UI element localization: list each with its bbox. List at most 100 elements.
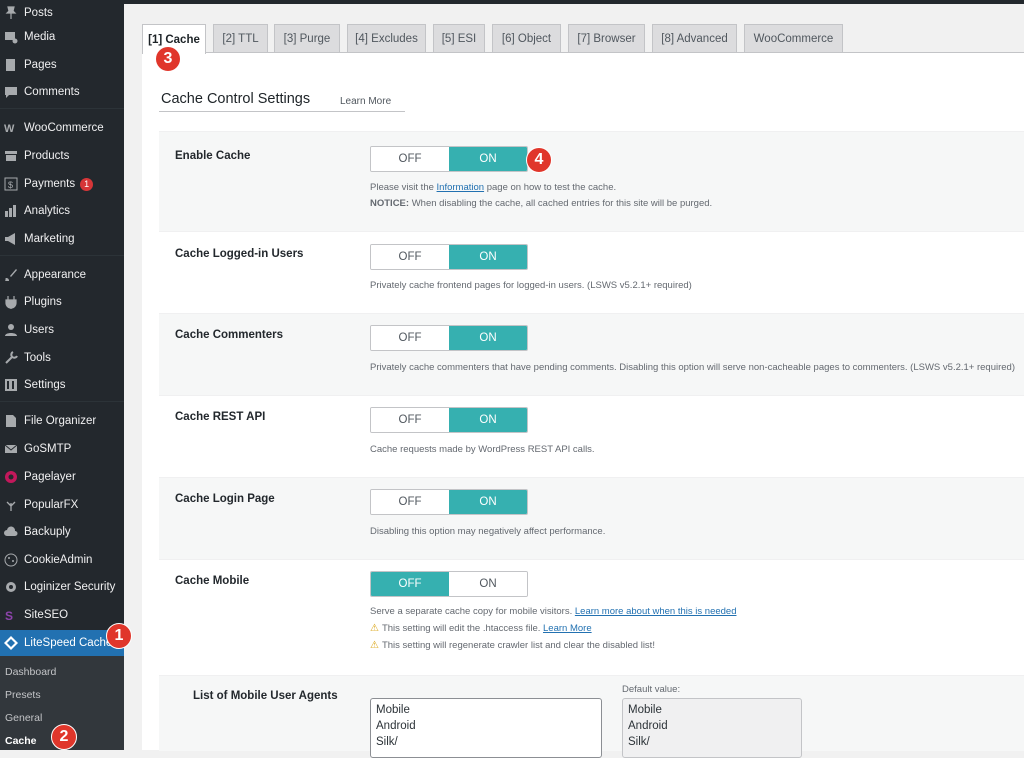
tab-ttl[interactable]: [2] TTL (213, 24, 268, 52)
sidebar-item-marketing[interactable]: Marketing (0, 226, 124, 252)
toggle-on[interactable]: ON (449, 326, 527, 350)
siteseo-icon: S (4, 608, 18, 622)
cloud-upload-icon (4, 525, 18, 539)
gear-icon (4, 580, 18, 594)
woo-icon: W (4, 121, 18, 135)
setting-label: Cache Login Page (175, 493, 275, 505)
section-title: Cache Control Settings (161, 91, 311, 107)
step-marker-3: 3 (155, 46, 181, 72)
notification-badge: 1 (80, 177, 94, 191)
setting-label: Cache Commenters (175, 329, 284, 341)
sidebar-item-label: Loginizer Security (24, 581, 116, 593)
logged-in-toggle[interactable]: OFF ON (370, 244, 528, 270)
media-icon (4, 30, 18, 44)
menu-separator (0, 108, 124, 109)
megaphone-icon (4, 232, 18, 246)
sidebar-item-label: Plugins (24, 296, 62, 308)
tab-browser[interactable]: [7] Browser (568, 24, 645, 52)
setting-row-commenters: Cache Commenters OFF ON Privately cache … (159, 313, 1024, 395)
enable-cache-notice: NOTICE: When disabling the cache, all ca… (370, 198, 713, 209)
tab-excludes[interactable]: [4] Excludes (347, 24, 426, 52)
htaccess-learn-more-link[interactable]: Learn More (543, 623, 592, 634)
sidebar-item-label: Media (24, 31, 56, 43)
sidebar-item-label: PopularFX (24, 499, 79, 511)
sidebar-item-comments[interactable]: Comments (0, 79, 124, 105)
sidebar-item-analytics[interactable]: Analytics (0, 198, 124, 224)
sidebar-item-users[interactable]: Users (0, 317, 124, 343)
pagelayer-icon (4, 470, 18, 484)
crawler-warning: ⚠ This setting will regenerate crawler li… (370, 640, 655, 651)
sidebar-item-products[interactable]: Products (0, 143, 124, 169)
step-marker-1: 1 (106, 623, 132, 649)
sidebar-item-label: Products (24, 150, 70, 162)
sidebar-item-tools[interactable]: Tools (0, 345, 124, 371)
tab-woocommerce[interactable]: WooCommerce (744, 24, 843, 52)
login-page-toggle[interactable]: OFF ON (370, 489, 528, 515)
sidebar-item-file-organizer[interactable]: File Organizer (0, 408, 124, 434)
sidebar-item-woocommerce[interactable]: W WooCommerce (0, 115, 124, 141)
submenu-cache[interactable]: Cache (5, 735, 37, 747)
submenu-general[interactable]: General (5, 712, 42, 724)
svg-text:$: $ (8, 180, 13, 190)
submenu-dashboard[interactable]: Dashboard (5, 666, 56, 678)
default-agents-textarea: Mobile Android Silk/ (622, 698, 802, 758)
tab-purge[interactable]: [3] Purge (274, 24, 340, 52)
setting-row-login-page: Cache Login Page OFF ON Disabling this o… (159, 477, 1024, 559)
sidebar-item-label: WooCommerce (24, 122, 104, 134)
sidebar-item-plugins[interactable]: Plugins (0, 289, 124, 315)
sidebar-item-backuply[interactable]: Backuply (0, 519, 124, 545)
enable-cache-toggle[interactable]: OFF ON (370, 146, 528, 172)
sidebar-item-settings[interactable]: Settings (0, 372, 124, 398)
pin-icon (4, 6, 18, 20)
sidebar-item-pagelayer[interactable]: Pagelayer (0, 464, 124, 490)
sidebar-item-media[interactable]: Media (0, 24, 124, 50)
diamond-icon (4, 636, 18, 650)
sidebar-item-label: Appearance (24, 269, 87, 281)
dollar-icon: $ (4, 177, 18, 191)
mobile-agents-textarea[interactable]: Mobile Android Silk/ (370, 698, 602, 758)
toggle-on[interactable]: ON (449, 245, 527, 269)
sidebar-item-label: CookieAdmin (24, 554, 93, 566)
toggle-on[interactable]: ON (449, 408, 527, 432)
toggle-off[interactable]: OFF (371, 408, 449, 432)
toggle-on[interactable]: ON (449, 490, 527, 514)
sidebar-item-payments[interactable]: $ Payments 1 (0, 171, 124, 197)
sidebar-item-label: File Organizer (24, 415, 97, 427)
toggle-off[interactable]: OFF (371, 490, 449, 514)
toggle-off[interactable]: OFF (371, 572, 449, 596)
toggle-off[interactable]: OFF (371, 245, 449, 269)
setting-row-logged-in: Cache Logged-in Users OFF ON Privately c… (159, 231, 1024, 313)
learn-more-link[interactable]: Learn More (340, 96, 391, 107)
login-page-desc: Disabling this option may negatively aff… (370, 526, 606, 537)
sidebar-item-appearance[interactable]: Appearance (0, 262, 124, 288)
svg-text:W: W (4, 123, 15, 135)
setting-label: Cache Logged-in Users (175, 248, 304, 260)
sidebar-item-label: Pages (24, 59, 57, 71)
setting-row-mobile: Cache Mobile OFF ON Serve a separate cac… (159, 559, 1024, 675)
sidebar-item-popularfx[interactable]: PopularFX (0, 492, 124, 518)
sidebar-item-siteseo[interactable]: S SiteSEO (0, 602, 124, 628)
toggle-off[interactable]: OFF (371, 147, 449, 171)
setting-row-enable-cache: Enable Cache OFF ON Please visit the Inf… (159, 131, 1024, 231)
settings-panel: Cache Control Settings Learn More Enable… (142, 52, 1024, 758)
toggle-off[interactable]: OFF (371, 326, 449, 350)
mobile-learn-more-link[interactable]: Learn more about when this is needed (575, 606, 737, 617)
commenters-toggle[interactable]: OFF ON (370, 325, 528, 351)
toggle-on[interactable]: ON (449, 147, 527, 171)
information-link[interactable]: Information (437, 182, 485, 193)
sidebar-item-loginizer-security[interactable]: Loginizer Security (0, 574, 124, 600)
sidebar-item-cookieadmin[interactable]: CookieAdmin (0, 547, 124, 573)
rest-api-desc: Cache requests made by WordPress REST AP… (370, 444, 595, 455)
sidebar-item-gosmtp[interactable]: GoSMTP (0, 436, 124, 462)
setting-row-rest-api: Cache REST API OFF ON Cache requests mad… (159, 395, 1024, 477)
tab-advanced[interactable]: [8] Advanced (652, 24, 737, 52)
sidebar-item-posts[interactable]: Posts (0, 0, 124, 26)
mobile-toggle[interactable]: OFF ON (370, 571, 528, 597)
tab-object[interactable]: [6] Object (492, 24, 561, 52)
rest-api-toggle[interactable]: OFF ON (370, 407, 528, 433)
toggle-on[interactable]: ON (449, 572, 527, 596)
tab-esi[interactable]: [5] ESI (433, 24, 485, 52)
sidebar-item-label: Users (24, 324, 55, 336)
sidebar-item-pages[interactable]: Pages (0, 52, 124, 78)
submenu-presets[interactable]: Presets (5, 689, 41, 701)
